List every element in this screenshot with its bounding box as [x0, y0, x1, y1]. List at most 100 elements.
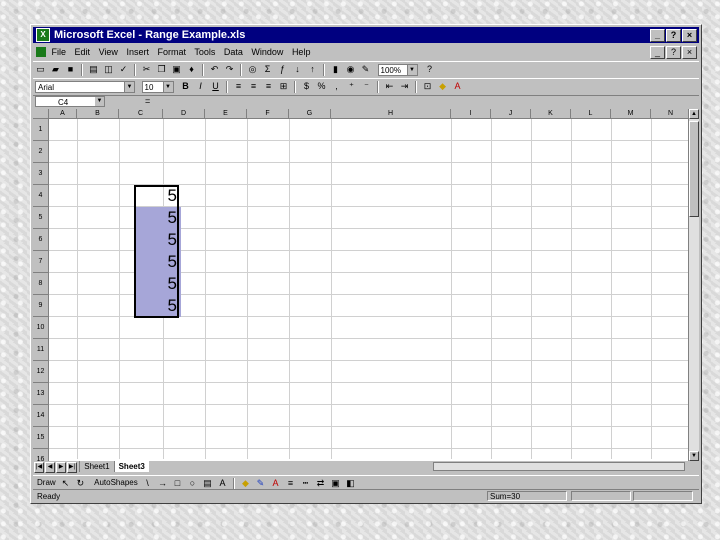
spelling-icon[interactable]: ✓ [118, 64, 129, 75]
scroll-thumb[interactable] [689, 121, 699, 217]
rectangle-icon[interactable]: □ [172, 478, 183, 489]
first-sheet-icon[interactable]: |◀ [34, 462, 44, 473]
increase-indent-icon[interactable]: ⇥ [399, 81, 410, 92]
textbox-icon[interactable]: ▤ [202, 478, 213, 489]
map-icon[interactable]: ◉ [345, 64, 356, 75]
line-color-icon[interactable]: ✎ [255, 478, 266, 489]
row-header-14[interactable]: 14 [33, 405, 49, 427]
excel-app-icon[interactable]: X [36, 28, 50, 42]
cell-c5[interactable]: 5 [135, 207, 181, 229]
draw-menu-button[interactable]: Draw [37, 478, 56, 487]
formula-equals[interactable]: = [145, 96, 150, 106]
worksheet-grid[interactable]: ABCDEFGHIJKLMNO1234567891011121314151655… [33, 109, 699, 461]
autosum-icon[interactable]: Σ [262, 64, 273, 75]
cell-c7[interactable]: 5 [135, 251, 181, 273]
column-header-k[interactable]: K [531, 109, 571, 119]
scroll-up-arrow-icon[interactable]: ▲ [689, 109, 699, 119]
row-header-16[interactable]: 16 [33, 449, 49, 461]
sort-descending-icon[interactable]: ↑ [307, 64, 318, 75]
shadow-icon[interactable]: ▣ [330, 478, 341, 489]
column-header-d[interactable]: D [163, 109, 205, 119]
increase-decimal-icon[interactable]: ⁺ [346, 81, 357, 92]
function-icon[interactable]: ƒ [277, 64, 288, 75]
line-style-icon[interactable]: ≡ [285, 478, 296, 489]
wordart-icon[interactable]: A [217, 478, 228, 489]
new-icon[interactable]: ▭ [35, 64, 46, 75]
menu-view[interactable]: View [99, 47, 118, 57]
copy-icon[interactable]: ❐ [156, 64, 167, 75]
fill-color-icon[interactable]: ◆ [437, 81, 448, 92]
align-center-icon[interactable]: ≡ [248, 81, 259, 92]
menu-window[interactable]: Window [251, 47, 283, 57]
row-header-15[interactable]: 15 [33, 427, 49, 449]
align-right-icon[interactable]: ≡ [263, 81, 274, 92]
workbook-icon[interactable] [36, 47, 46, 57]
font-color-icon[interactable]: A [270, 478, 281, 489]
chevron-down-icon[interactable]: ▼ [162, 82, 173, 92]
column-header-c[interactable]: C [119, 109, 163, 119]
tab-sheet3[interactable]: Sheet3 [113, 461, 149, 472]
doc-minimize-button[interactable]: _ [650, 46, 665, 59]
restore-button[interactable]: ? [666, 29, 681, 42]
help-icon[interactable]: ? [424, 64, 435, 75]
dash-style-icon[interactable]: ┅ [300, 478, 311, 489]
undo-icon[interactable]: ↶ [209, 64, 220, 75]
zoom-select[interactable]: 100% ▼ [377, 64, 418, 76]
select-objects-icon[interactable]: ↖ [60, 478, 71, 489]
italic-icon[interactable]: I [195, 81, 206, 92]
next-sheet-icon[interactable]: ▶ [56, 462, 66, 473]
tab-sheet1[interactable]: Sheet1 [79, 461, 113, 472]
cell-c6[interactable]: 5 [135, 229, 181, 251]
font-size-select[interactable]: 10 ▼ [141, 81, 174, 93]
redo-icon[interactable]: ↷ [224, 64, 235, 75]
save-icon[interactable]: ■ [65, 64, 76, 75]
cell-c9[interactable]: 5 [135, 295, 181, 317]
select-all-corner[interactable] [33, 109, 49, 119]
hyperlink-icon[interactable]: ◎ [247, 64, 258, 75]
row-header-11[interactable]: 11 [33, 339, 49, 361]
cut-icon[interactable]: ✂ [141, 64, 152, 75]
row-header-10[interactable]: 10 [33, 317, 49, 339]
drawing-icon[interactable]: ✎ [360, 64, 371, 75]
doc-close-button[interactable]: × [682, 46, 697, 59]
menu-file[interactable]: File [52, 47, 67, 57]
column-header-g[interactable]: G [289, 109, 331, 119]
borders-icon[interactable]: ⊡ [422, 81, 433, 92]
row-header-1[interactable]: 1 [33, 119, 49, 141]
scroll-down-arrow-icon[interactable]: ▼ [689, 451, 699, 461]
name-box[interactable]: C4 ▼ [35, 96, 105, 107]
3d-icon[interactable]: ◧ [345, 478, 356, 489]
row-header-4[interactable]: 4 [33, 185, 49, 207]
underline-icon[interactable]: U [210, 81, 221, 92]
row-header-7[interactable]: 7 [33, 251, 49, 273]
column-header-e[interactable]: E [205, 109, 247, 119]
row-header-2[interactable]: 2 [33, 141, 49, 163]
row-header-12[interactable]: 12 [33, 361, 49, 383]
cell-c8[interactable]: 5 [135, 273, 181, 295]
chevron-down-icon[interactable]: ▼ [95, 97, 104, 106]
open-icon[interactable]: ▰ [50, 64, 61, 75]
menu-format[interactable]: Format [157, 47, 186, 57]
font-color-icon[interactable]: A [452, 81, 463, 92]
format-painter-icon[interactable]: ♦ [186, 64, 197, 75]
fill-color-icon[interactable]: ◆ [240, 478, 251, 489]
column-header-l[interactable]: L [571, 109, 611, 119]
row-header-3[interactable]: 3 [33, 163, 49, 185]
close-button[interactable]: × [682, 29, 697, 42]
column-header-m[interactable]: M [611, 109, 651, 119]
menu-help[interactable]: Help [292, 47, 311, 57]
column-header-b[interactable]: B [77, 109, 119, 119]
menu-tools[interactable]: Tools [194, 47, 215, 57]
doc-restore-button[interactable]: ? [666, 46, 681, 59]
comma-icon[interactable]: , [331, 81, 342, 92]
percent-icon[interactable]: % [316, 81, 327, 92]
row-header-8[interactable]: 8 [33, 273, 49, 295]
print-preview-icon[interactable]: ◫ [103, 64, 114, 75]
free-rotate-icon[interactable]: ↻ [75, 478, 86, 489]
decrease-indent-icon[interactable]: ⇤ [384, 81, 395, 92]
horizontal-scrollbar[interactable] [433, 462, 685, 471]
row-header-5[interactable]: 5 [33, 207, 49, 229]
menu-edit[interactable]: Edit [75, 47, 91, 57]
arrow-icon[interactable]: → [157, 478, 168, 489]
line-icon[interactable]: \ [142, 478, 153, 489]
